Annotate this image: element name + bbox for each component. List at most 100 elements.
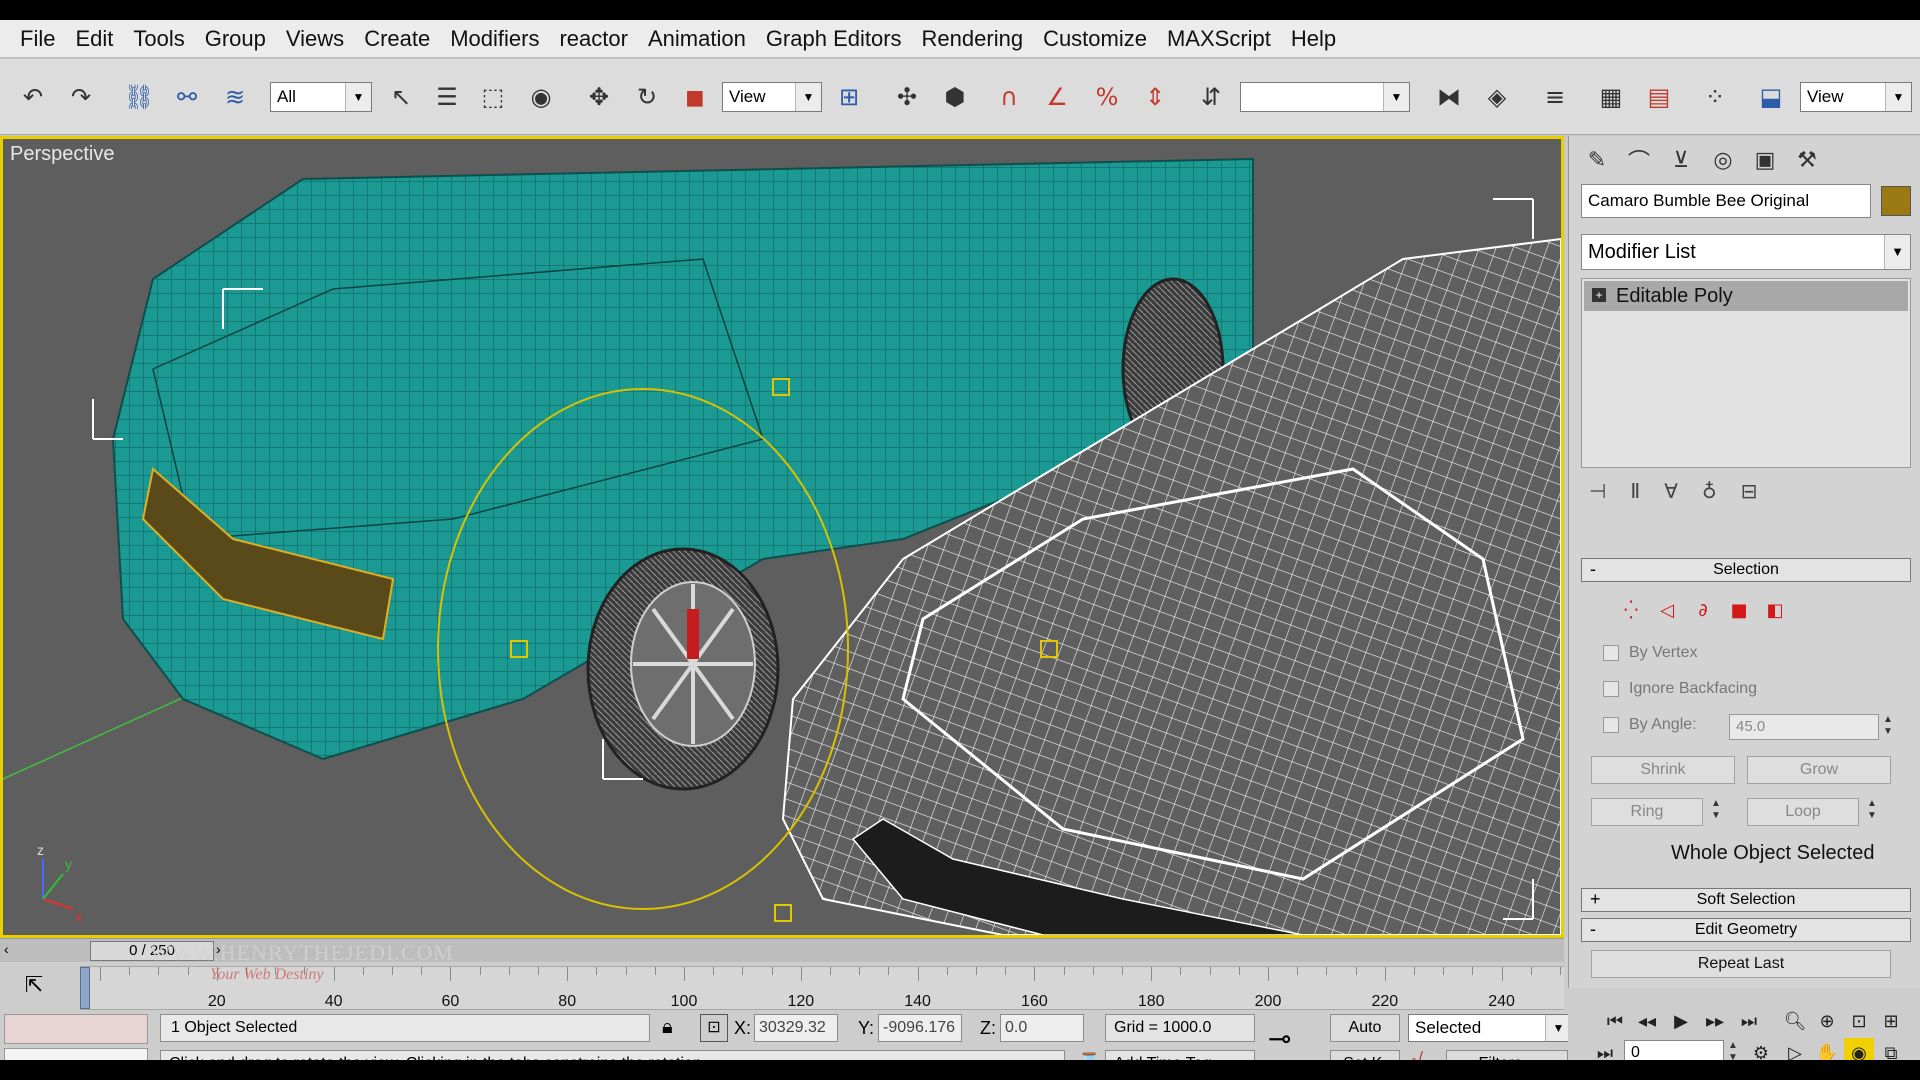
menu-file[interactable]: File bbox=[10, 20, 65, 58]
loop-spinner-arrows[interactable]: ▲ ▼ bbox=[1865, 798, 1879, 824]
prev-frame-icon[interactable]: ‹ bbox=[4, 941, 9, 957]
window-crossing-icon[interactable]: ◉ bbox=[522, 78, 560, 116]
zoom-icon[interactable]: 🔍︎ bbox=[1780, 1006, 1810, 1036]
pin-stack-icon[interactable]: ⊣ bbox=[1589, 479, 1606, 503]
select-link-icon[interactable]: ⛓ bbox=[120, 78, 158, 116]
polygon-icon[interactable]: ■ bbox=[1727, 598, 1751, 622]
reference-coord-dropdown[interactable]: View ▼ bbox=[722, 82, 822, 112]
time-tag-icon[interactable]: ⌛ bbox=[1078, 1052, 1100, 1060]
checkbox-box[interactable] bbox=[1603, 645, 1619, 661]
select-object-icon[interactable]: ↖ bbox=[382, 78, 420, 116]
x-coord-field[interactable]: 30329.32 bbox=[754, 1014, 838, 1042]
percent-snap-icon[interactable]: % bbox=[1088, 78, 1126, 116]
material-editor-icon[interactable]: ⁘ bbox=[1696, 78, 1734, 116]
time-configuration-icon[interactable]: ⚙ bbox=[1746, 1038, 1776, 1061]
checkbox-box[interactable] bbox=[1603, 681, 1619, 697]
angle-spinner-field[interactable]: 45.0 bbox=[1729, 714, 1879, 740]
border-icon[interactable]: ∂ bbox=[1691, 598, 1715, 622]
undo-icon[interactable]: ↶ bbox=[14, 78, 52, 116]
zoom-extents-icon[interactable]: ⊡ bbox=[1844, 1006, 1874, 1036]
gizmo-handle-bottom[interactable] bbox=[774, 904, 792, 922]
show-end-result-icon[interactable]: Ⅱ bbox=[1630, 479, 1640, 503]
shrink-button[interactable]: Shrink bbox=[1591, 756, 1735, 784]
menu-animation[interactable]: Animation bbox=[638, 20, 756, 58]
mini-curve-editor-icon[interactable]: ⇱ bbox=[14, 972, 54, 1008]
key-mode-toggle-icon[interactable]: ⏭ bbox=[1590, 1038, 1620, 1061]
frame-spinner-arrows[interactable]: ▲ ▼ bbox=[1726, 1040, 1740, 1060]
z-coord-field[interactable]: 0.0 bbox=[1000, 1014, 1084, 1042]
selection-filter-dropdown[interactable]: All ▼ bbox=[270, 82, 372, 112]
create-icon[interactable]: ✎ bbox=[1579, 142, 1615, 178]
zoom-all-icon[interactable]: ⊕ bbox=[1812, 1006, 1842, 1036]
scale-icon[interactable]: ◼ bbox=[676, 78, 714, 116]
menu-graph-editors[interactable]: Graph Editors bbox=[756, 20, 912, 58]
menu-create[interactable]: Create bbox=[354, 20, 440, 58]
maximize-viewport-icon[interactable]: ⧉ bbox=[1876, 1038, 1906, 1061]
menu-reactor[interactable]: reactor bbox=[549, 20, 637, 58]
arc-rotate-icon[interactable]: ◉ bbox=[1844, 1038, 1874, 1060]
render-view-dropdown[interactable]: View ▼ bbox=[1800, 82, 1912, 112]
unlink-icon[interactable]: ⚯ bbox=[168, 78, 206, 116]
redo-icon[interactable]: ↷ bbox=[62, 78, 100, 116]
schematic-view-icon[interactable]: ▤ bbox=[1640, 78, 1678, 116]
y-coord-field[interactable]: -9096.176 bbox=[878, 1014, 962, 1042]
menu-customize[interactable]: Customize bbox=[1033, 20, 1157, 58]
track-bar-key-marker[interactable] bbox=[80, 967, 90, 1009]
maxscript-input-mini[interactable] bbox=[4, 1048, 148, 1060]
rect-region-icon[interactable]: ⬚ bbox=[474, 78, 512, 116]
object-color-swatch[interactable] bbox=[1881, 186, 1911, 216]
modify-icon[interactable]: ⌒ bbox=[1621, 142, 1657, 178]
configure-modifier-sets-icon[interactable]: ⊟ bbox=[1741, 479, 1758, 503]
stack-item-editable-poly[interactable]: + Editable Poly bbox=[1584, 281, 1908, 311]
rotate-icon[interactable]: ↻ bbox=[628, 78, 666, 116]
pivot-icon[interactable]: ⊞ bbox=[830, 78, 868, 116]
go-to-end-icon[interactable]: ⏭ bbox=[1734, 1006, 1764, 1036]
snap-3-icon[interactable]: ∩ bbox=[990, 78, 1028, 116]
edit-geometry-rollout-header[interactable]: - Edit Geometry bbox=[1581, 918, 1911, 942]
manipulate-icon[interactable]: ✣ bbox=[888, 78, 926, 116]
current-frame-field[interactable]: 0 bbox=[1624, 1040, 1724, 1060]
angle-spinner-arrows[interactable]: ▲ ▼ bbox=[1881, 714, 1895, 740]
by-vertex-checkbox[interactable]: By Vertex bbox=[1603, 644, 1697, 662]
ring-button[interactable]: Ring bbox=[1591, 798, 1703, 826]
named-selection-dropdown[interactable]: ▼ bbox=[1240, 82, 1410, 112]
key-mode-icon[interactable]: √ bbox=[1412, 1050, 1423, 1060]
curve-editor-icon[interactable]: ▦ bbox=[1592, 78, 1630, 116]
bind-spacewarp-icon[interactable]: ≋ bbox=[216, 78, 254, 116]
ignore-backfacing-checkbox[interactable]: Ignore Backfacing bbox=[1603, 680, 1757, 698]
grow-button[interactable]: Grow bbox=[1747, 756, 1891, 784]
zoom-extents-all-icon[interactable]: ⊞ bbox=[1876, 1006, 1906, 1036]
remove-modifier-icon[interactable]: ♁ bbox=[1702, 479, 1717, 503]
set-key-icon[interactable]: ⊸ bbox=[1268, 1022, 1291, 1055]
go-to-start-icon[interactable]: ⏮ bbox=[1600, 1006, 1630, 1036]
set-key-button[interactable]: Set K. bbox=[1330, 1050, 1400, 1060]
play-icon[interactable]: ▶ bbox=[1666, 1006, 1696, 1036]
modifier-list-dropdown[interactable]: Modifier List ▼ bbox=[1581, 234, 1911, 270]
object-name-field[interactable]: Camaro Bumble Bee Original bbox=[1581, 184, 1871, 218]
checkbox-box[interactable] bbox=[1603, 717, 1619, 733]
edge-icon[interactable]: ◁ bbox=[1655, 598, 1679, 622]
pan-view-icon[interactable]: ✋ bbox=[1812, 1038, 1842, 1061]
menu-edit[interactable]: Edit bbox=[65, 20, 123, 58]
perspective-viewport[interactable]: z x y Perspective bbox=[0, 136, 1564, 938]
motion-icon[interactable]: ◎ bbox=[1705, 142, 1741, 178]
menu-views[interactable]: Views bbox=[276, 20, 354, 58]
layer-manager-icon[interactable]: ≡ bbox=[1536, 78, 1574, 116]
vertex-icon[interactable]: ⁛ bbox=[1619, 598, 1643, 622]
hierarchy-icon[interactable]: ⊻ bbox=[1663, 142, 1699, 178]
menu-modifiers[interactable]: Modifiers bbox=[440, 20, 549, 58]
utilities-icon[interactable]: ⚒ bbox=[1789, 142, 1825, 178]
auto-key-button[interactable]: Auto bbox=[1330, 1014, 1400, 1042]
edit-named-selection-icon[interactable]: ⇵ bbox=[1192, 78, 1230, 116]
by-angle-checkbox[interactable]: By Angle: bbox=[1603, 716, 1697, 734]
menu-maxscript[interactable]: MAXScript bbox=[1157, 20, 1281, 58]
loop-button[interactable]: Loop bbox=[1747, 798, 1859, 826]
render-scene-icon[interactable]: ⬓ bbox=[1752, 78, 1790, 116]
menu-help[interactable]: Help bbox=[1281, 20, 1346, 58]
absolute-mode-toggle-icon[interactable]: ⊡ bbox=[700, 1014, 728, 1042]
menu-tools[interactable]: Tools bbox=[123, 20, 194, 58]
soft-selection-rollout-header[interactable]: + Soft Selection bbox=[1581, 888, 1911, 912]
maxscript-listener-mini[interactable] bbox=[4, 1014, 148, 1044]
keyboard-shortcut-icon[interactable]: ⬢ bbox=[936, 78, 974, 116]
angle-snap-icon[interactable]: ∠ bbox=[1038, 78, 1076, 116]
